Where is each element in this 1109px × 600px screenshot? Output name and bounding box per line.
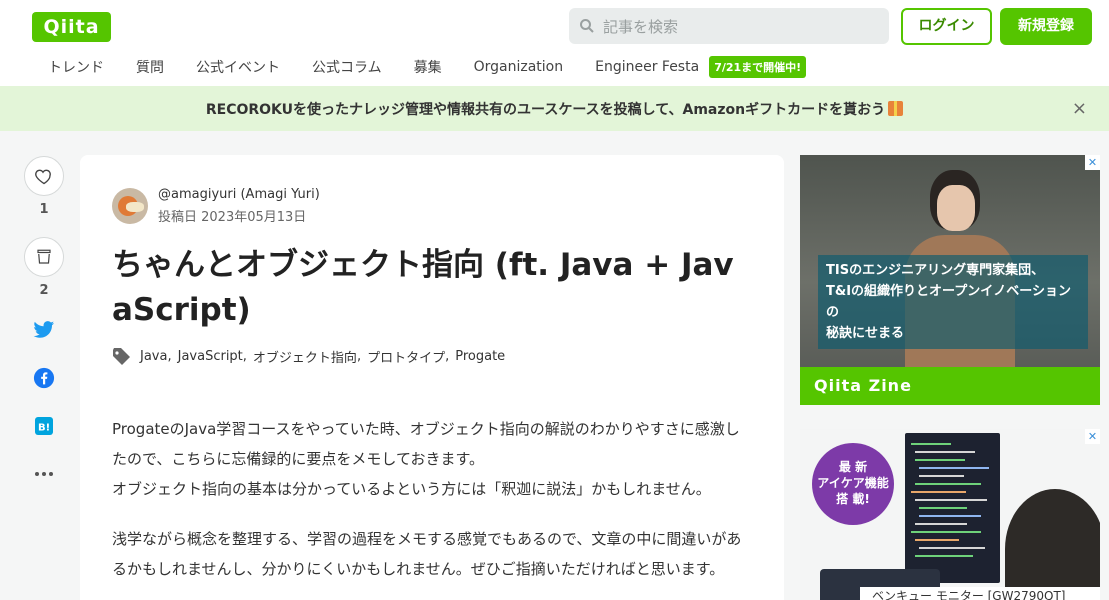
code-line — [919, 507, 967, 509]
more-options-button[interactable] — [32, 462, 56, 486]
tag-separator: , — [167, 349, 172, 364]
signup-button[interactable]: 新規登録 — [1000, 8, 1092, 45]
nav-item-official-column[interactable]: 公式コラム — [296, 57, 398, 77]
article-title: ちゃんとオブジェクト指向 (ft. Java + JavaScript) — [112, 247, 734, 328]
facebook-icon — [33, 367, 55, 389]
code-line — [919, 515, 981, 517]
hatena-bookmark-icon: B! — [35, 417, 53, 435]
post-date: 投稿日 2023年05月13日 — [158, 210, 307, 225]
nav-item-engineer-festa[interactable]: Engineer Festa — [579, 59, 715, 75]
tag-separator: , — [356, 349, 362, 364]
article-body: ProgateのJava学習コースをやっていた時、オブジェクト指向の解説のわかり… — [112, 414, 752, 584]
qiita-zine-logo: Qiita Zine — [800, 367, 1100, 405]
tag-javascript[interactable]: JavaScript — [178, 349, 243, 364]
ad-caption: TISのエンジニアリング専門家集団、 T&Iの組織作りとオープンイノベーションの… — [818, 255, 1088, 349]
nav-item-trend[interactable]: トレンド — [32, 57, 120, 77]
twitter-share-button[interactable] — [32, 318, 56, 342]
code-line — [911, 491, 966, 493]
author-info: @amagiyuri (Amagi Yuri) 投稿日 2023年05月13日 — [158, 187, 320, 225]
badge-line: アイケア機能 — [817, 476, 889, 490]
ad-person — [1005, 489, 1100, 600]
ad-caption-line: 秘訣にせまる — [826, 326, 905, 341]
stock-button[interactable] — [24, 237, 64, 277]
code-line — [915, 523, 967, 525]
banner-text: RECOROKUを使ったナレッジ管理や情報共有のユースケースを投稿して、Amaz… — [206, 99, 904, 119]
article-actions: 1 2 B! — [24, 156, 64, 510]
code-line — [915, 451, 975, 453]
banner-close-icon[interactable]: × — [1072, 98, 1087, 119]
nav-item-question[interactable]: 質問 — [120, 57, 180, 77]
avatar[interactable] — [112, 188, 148, 224]
event-badge: 7/21まで開催中! — [709, 56, 807, 78]
tag-separator: , — [242, 349, 247, 364]
code-line — [919, 467, 989, 469]
code-line — [919, 547, 985, 549]
tag-java[interactable]: Java — [140, 349, 167, 364]
ad-close-icon[interactable]: ✕ — [1085, 155, 1100, 170]
ad-close-icon[interactable]: ✕ — [1085, 429, 1100, 444]
paragraph-1: ProgateのJava学習コースをやっていた時、オブジェクト指向の解説のわかり… — [112, 414, 752, 504]
article-card: @amagiyuri (Amagi Yuri) 投稿日 2023年05月13日 … — [80, 155, 784, 600]
ad-feature-badge: 最 新 アイケア機能 搭 載! — [812, 443, 894, 525]
heart-icon — [35, 169, 51, 185]
like-button[interactable] — [24, 156, 64, 196]
tag-object-oriented[interactable]: オブジェクト指向 — [253, 347, 357, 366]
code-line — [915, 539, 959, 541]
svg-text:B!: B! — [38, 423, 50, 434]
twitter-icon — [33, 321, 55, 338]
code-line — [911, 531, 981, 533]
search-icon — [580, 19, 594, 33]
facebook-share-button[interactable] — [32, 366, 56, 390]
ad-monitor-screen — [905, 433, 1000, 583]
tag-icon — [113, 347, 130, 365]
paragraph-1-line-2: オブジェクト指向の基本は分かっているよという方には「釈迦に説法」かもしれません。 — [112, 480, 711, 498]
nav-item-organization[interactable]: Organization — [458, 59, 580, 75]
nav-item-official-event[interactable]: 公式イベント — [180, 57, 296, 77]
search-input[interactable]: 記事を検索 — [569, 8, 889, 44]
tag-prototype[interactable]: プロトタイプ — [367, 347, 445, 366]
ad-caption-line: T&Iの組織作りとオープンイノベーションの — [826, 284, 1072, 320]
ad-person-face — [937, 185, 975, 231]
code-line — [915, 459, 965, 461]
badge-line: 搭 載! — [836, 492, 870, 506]
ad-product-name: ベンキュー モニター [GW2790QT] — [860, 587, 1100, 600]
nav-item-recruit[interactable]: 募集 — [398, 57, 458, 77]
hatena-bookmark-button[interactable]: B! — [32, 414, 56, 438]
author-block: @amagiyuri (Amagi Yuri) 投稿日 2023年05月13日 — [112, 187, 752, 225]
tag-list: Java, JavaScript, オブジェクト指向, プロトタイプ, Prog… — [112, 347, 752, 366]
site-header: Qiita 記事を検索 ログイン 新規登録 トレンド 質問 公式イベント 公式コ… — [0, 0, 1109, 86]
stock-count: 2 — [39, 283, 49, 298]
badge-line: 最 新 — [838, 460, 868, 474]
code-line — [911, 443, 951, 445]
stock-icon — [37, 249, 51, 264]
qiita-logo[interactable]: Qiita — [32, 12, 111, 42]
like-count: 1 — [39, 202, 49, 217]
global-nav: トレンド 質問 公式イベント 公式コラム 募集 Organization Eng… — [32, 54, 807, 80]
ad-qiita-zine[interactable]: TISのエンジニアリング専門家集団、 T&Iの組織作りとオープンイノベーションの… — [800, 155, 1100, 405]
search-placeholder: 記事を検索 — [603, 17, 679, 36]
author-name[interactable]: @amagiyuri (Amagi Yuri) — [158, 187, 320, 202]
login-button[interactable]: ログイン — [901, 8, 992, 45]
code-line — [915, 483, 981, 485]
tag-separator: , — [445, 349, 450, 364]
paragraph-1-line-1: ProgateのJava学習コースをやっていた時、オブジェクト指向の解説のわかり… — [112, 420, 740, 468]
gift-icon — [888, 100, 904, 116]
tag-progate[interactable]: Progate — [455, 349, 505, 364]
paragraph-2: 浅学ながら概念を整理する、学習の過程をメモする感覚でもあるので、文章の中に間違い… — [112, 530, 742, 578]
code-line — [919, 475, 964, 477]
ad-caption-line: TISのエンジニアリング専門家集団、 — [826, 263, 1045, 278]
code-line — [915, 555, 973, 557]
ellipsis-icon — [35, 472, 53, 476]
code-line — [915, 499, 987, 501]
announcement-banner[interactable]: RECOROKUを使ったナレッジ管理や情報共有のユースケースを投稿して、Amaz… — [0, 86, 1109, 131]
ad-monitor[interactable]: 最 新 アイケア機能 搭 載! ベンキュー モニター [GW2790QT] ✕ — [800, 429, 1100, 600]
